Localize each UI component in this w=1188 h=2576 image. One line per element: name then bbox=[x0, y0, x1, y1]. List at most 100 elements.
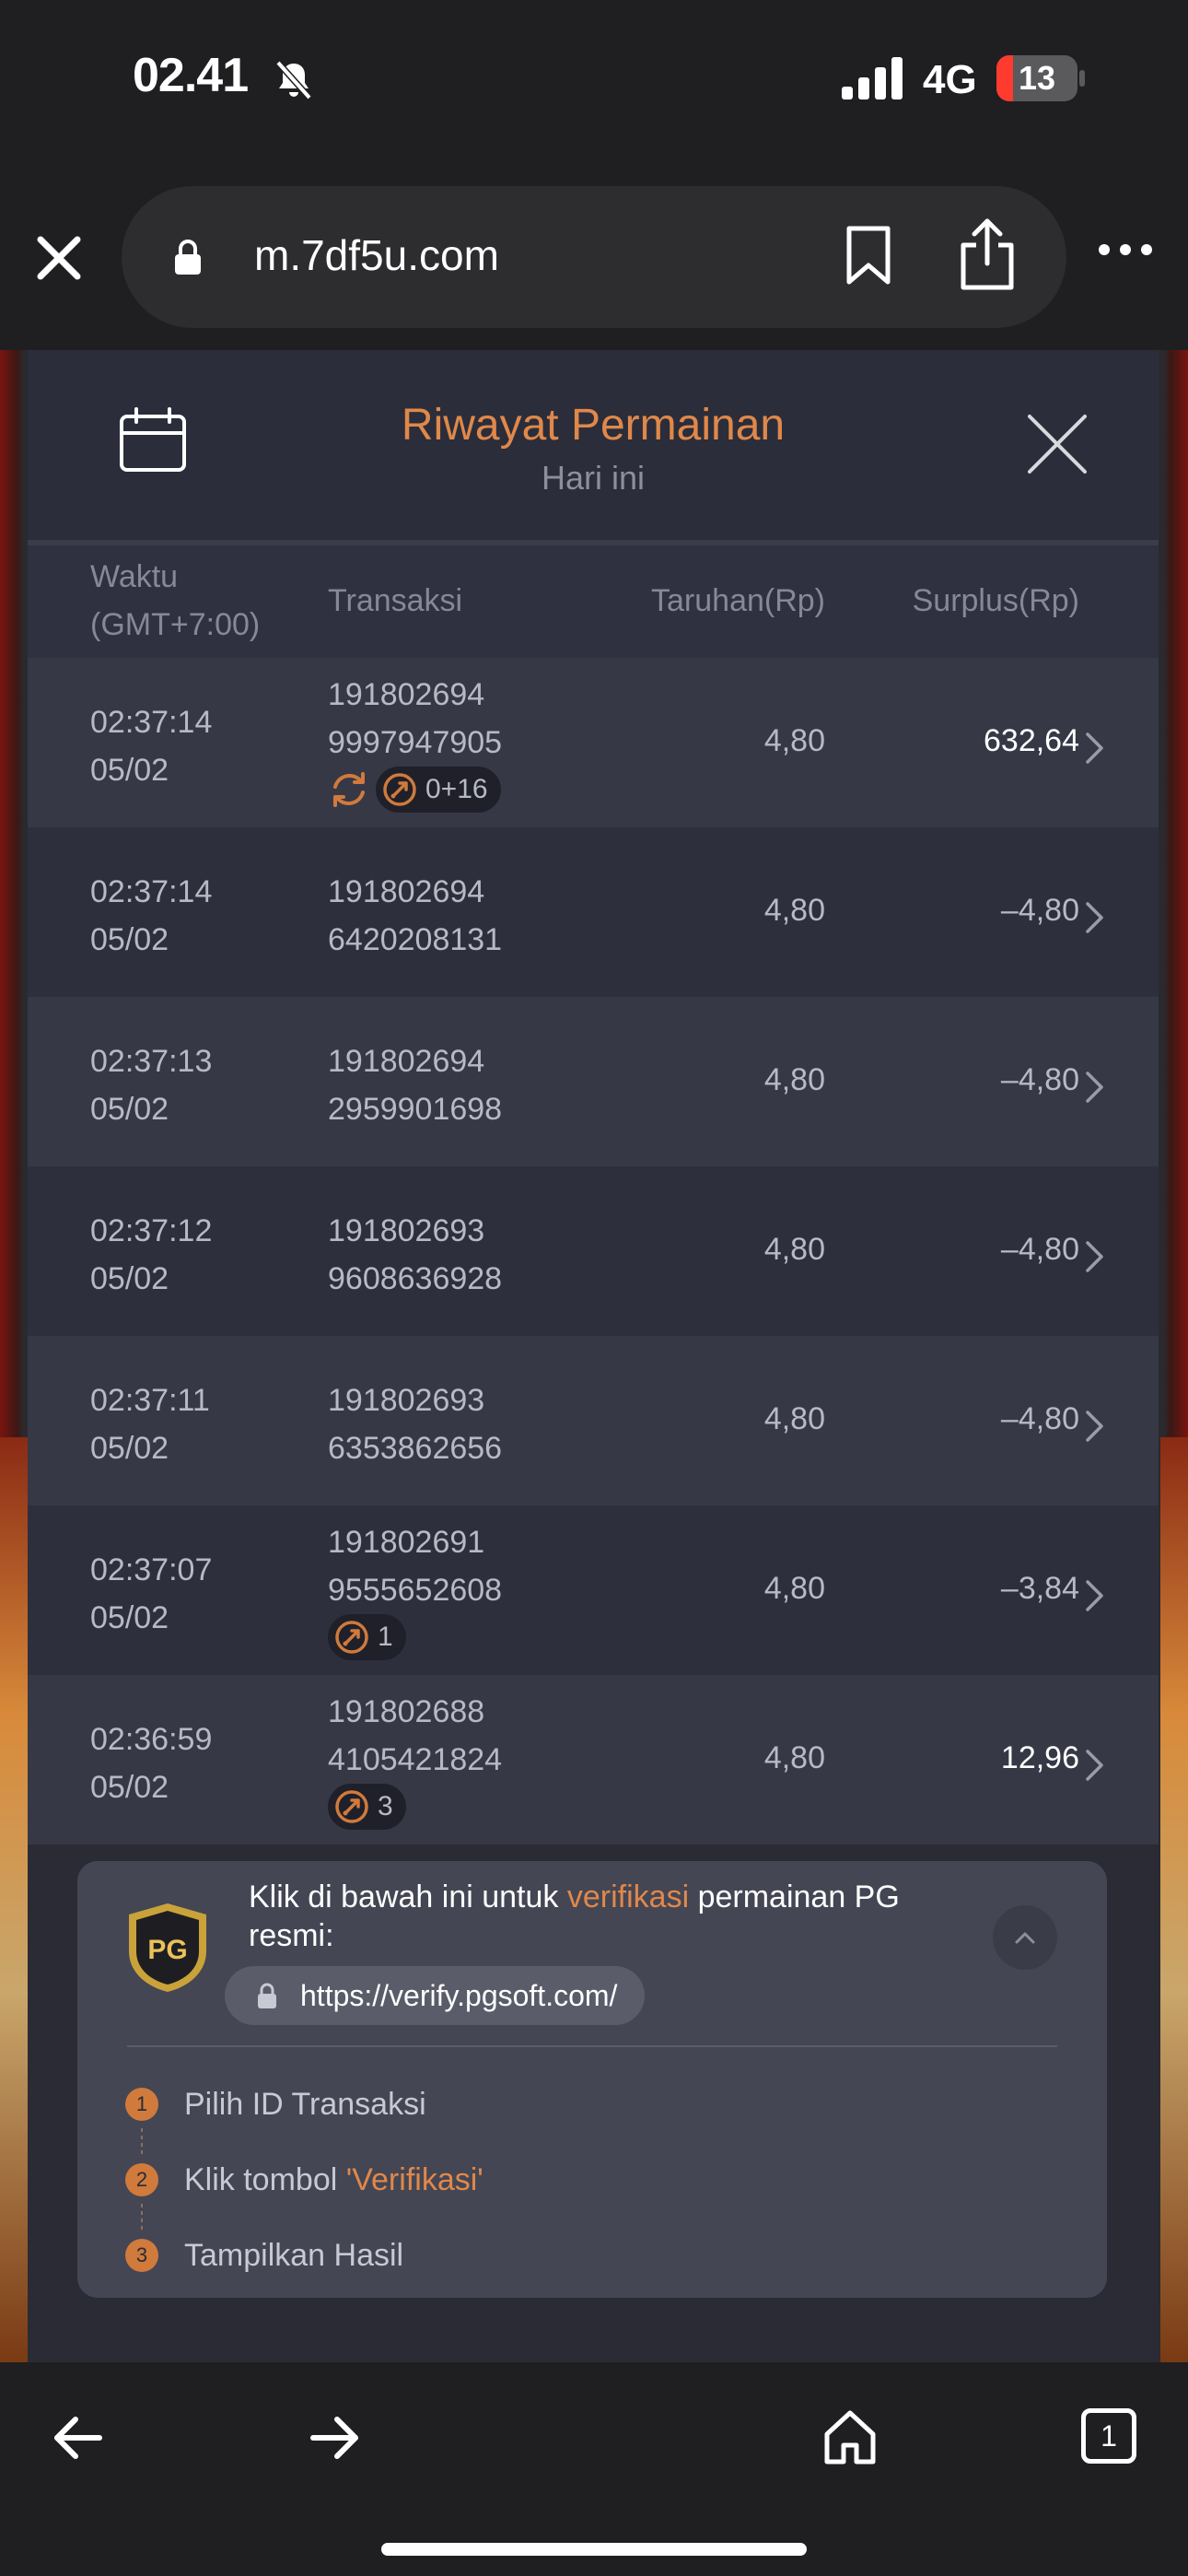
share-icon[interactable] bbox=[958, 217, 1017, 291]
row-time: 02:36:59 05/02 bbox=[90, 1715, 212, 1811]
transaction-id-part1: 191802691 bbox=[328, 1525, 485, 1560]
row-transaction: 191802688 4105421824 bbox=[328, 1688, 502, 1784]
table-header: Waktu (GMT+7:00) Transaksi Taruhan(Rp) S… bbox=[28, 545, 1159, 658]
chevron-right-icon[interactable] bbox=[1085, 1579, 1105, 1612]
history-row[interactable]: 02:37:13 05/02 191802694 2959901698 4,80 –4,8… bbox=[28, 997, 1159, 1166]
chevron-right-icon[interactable] bbox=[1085, 1749, 1105, 1782]
signal-icon bbox=[842, 57, 903, 100]
battery-level: 13 bbox=[1018, 59, 1056, 97]
row-time-value: 02:36:59 bbox=[90, 1722, 213, 1757]
row-time-value: 02:37:14 bbox=[90, 874, 213, 909]
free-spin-icon bbox=[383, 773, 416, 806]
chevron-right-icon[interactable] bbox=[1085, 1410, 1105, 1443]
panel-title: Riwayat Permainan bbox=[401, 401, 786, 450]
transaction-id-part1: 191802693 bbox=[328, 1383, 485, 1418]
row-time: 02:37:07 05/02 bbox=[90, 1546, 212, 1642]
row-bet: 4,80 bbox=[763, 1571, 825, 1606]
free-spin-badge: 0+16 bbox=[376, 767, 501, 813]
history-row[interactable]: 02:37:14 05/02 191802694 6420208131 4,80 –4,8… bbox=[28, 827, 1159, 997]
row-bet: 4,80 bbox=[763, 893, 825, 928]
row-time-value: 02:37:12 bbox=[90, 1213, 213, 1248]
row-date-value: 05/02 bbox=[90, 1770, 169, 1805]
row-transaction: 191802691 9555652608 bbox=[328, 1518, 502, 1614]
close-icon[interactable] bbox=[31, 230, 87, 286]
transaction-id-part2: 2959901698 bbox=[328, 1092, 503, 1127]
row-time: 02:37:12 05/02 bbox=[90, 1207, 212, 1303]
collapse-button[interactable] bbox=[993, 1905, 1057, 1970]
network-type: 4G bbox=[923, 57, 977, 102]
bell-slash-icon bbox=[275, 60, 312, 100]
chevron-right-icon[interactable] bbox=[1085, 901, 1105, 934]
transaction-id-part1: 191802693 bbox=[328, 1213, 485, 1248]
browser-bottom-nav: 1 bbox=[0, 2362, 1188, 2576]
history-row[interactable]: 02:37:11 05/02 191802693 6353862656 4,80 –4,8… bbox=[28, 1336, 1159, 1505]
home-indicator bbox=[381, 2543, 807, 2556]
step-label: Tampilkan Hasil bbox=[184, 2237, 404, 2273]
verify-url[interactable]: https://verify.pgsoft.com/ bbox=[300, 1979, 617, 2013]
free-spin-icon bbox=[335, 1790, 368, 1823]
verify-link[interactable]: https://verify.pgsoft.com/ bbox=[225, 1966, 646, 2025]
transaction-id-part1: 191802688 bbox=[328, 1694, 485, 1729]
lock-icon bbox=[258, 1983, 276, 2008]
back-arrow-icon[interactable] bbox=[52, 2416, 103, 2460]
address-bar[interactable]: m.7df5u.com bbox=[122, 186, 1066, 328]
row-time: 02:37:14 05/02 bbox=[90, 868, 212, 964]
row-bet: 4,80 bbox=[763, 1740, 825, 1775]
row-surplus: –4,80 bbox=[1000, 1062, 1079, 1097]
forward-arrow-icon[interactable] bbox=[309, 2416, 361, 2460]
step-connector bbox=[141, 2204, 143, 2231]
row-surplus: 12,96 bbox=[1000, 1740, 1079, 1775]
chevron-right-icon[interactable] bbox=[1085, 1071, 1105, 1104]
history-row[interactable]: 02:37:12 05/02 191802693 9608636928 4,80 –4,8… bbox=[28, 1166, 1159, 1336]
verify-highlight: verifikasi bbox=[566, 1879, 690, 1914]
row-surplus: –3,84 bbox=[1000, 1571, 1079, 1606]
tabs-icon[interactable]: 1 bbox=[1081, 2408, 1136, 2464]
row-date-value: 05/02 bbox=[90, 1092, 169, 1127]
step-number: 3 bbox=[125, 2239, 158, 2272]
row-surplus: –4,80 bbox=[1000, 893, 1079, 928]
pg-logo: PG bbox=[129, 1903, 206, 1992]
row-time-value: 02:37:14 bbox=[90, 705, 213, 740]
row-bet: 4,80 bbox=[763, 1232, 825, 1267]
row-date-value: 05/02 bbox=[90, 1261, 169, 1296]
badge-count: 3 bbox=[378, 1791, 393, 1821]
col-surplus: Surplus(Rp) bbox=[912, 583, 1079, 618]
transaction-id-part2: 6353862656 bbox=[328, 1431, 503, 1466]
verify-text: Klik di bawah ini untuk verifikasi perma… bbox=[249, 1879, 900, 1953]
chevron-right-icon[interactable] bbox=[1085, 1240, 1105, 1273]
refresh-icon bbox=[333, 772, 365, 807]
history-row[interactable]: 02:36:59 05/02 191802688 4105421824 3 4,80 12,… bbox=[28, 1675, 1159, 1844]
col-time-label: Waktu bbox=[90, 559, 179, 594]
row-date-value: 05/02 bbox=[90, 753, 169, 788]
row-time: 02:37:14 05/02 bbox=[90, 698, 212, 794]
row-bet: 4,80 bbox=[763, 723, 825, 758]
transaction-id-part1: 191802694 bbox=[328, 874, 485, 909]
row-bet: 4,80 bbox=[763, 1062, 825, 1097]
row-date-value: 05/02 bbox=[90, 922, 169, 957]
home-icon[interactable] bbox=[821, 2408, 879, 2465]
col-transaction: Transaksi bbox=[328, 583, 463, 618]
transaction-id-part2: 9608636928 bbox=[328, 1261, 503, 1296]
row-transaction: 191802693 6353862656 bbox=[328, 1376, 502, 1472]
history-row[interactable]: 02:37:07 05/02 191802691 9555652608 1 4,80 –3,… bbox=[28, 1505, 1159, 1675]
step-label: Klik tombol 'Verifikasi' bbox=[184, 2161, 483, 2197]
verify-card: PG Klik di bawah ini untuk verifikasi pe… bbox=[77, 1861, 1107, 2298]
svg-text:PG: PG bbox=[147, 1935, 187, 1965]
verify-step-3: 3 Tampilkan Hasil bbox=[125, 2232, 403, 2278]
chevron-right-icon[interactable] bbox=[1085, 732, 1105, 765]
bookmark-icon[interactable] bbox=[844, 225, 893, 286]
history-row[interactable]: 02:37:14 05/02 191802694 9997947905 0+16 4,80… bbox=[28, 658, 1159, 827]
lock-icon bbox=[175, 240, 201, 275]
transaction-id-part2: 9997947905 bbox=[328, 725, 503, 760]
battery-tip bbox=[1079, 70, 1085, 87]
row-surplus: –4,80 bbox=[1000, 1401, 1079, 1436]
badge-count: 1 bbox=[378, 1622, 393, 1652]
url-text[interactable]: m.7df5u.com bbox=[254, 230, 499, 280]
chevron-up-icon bbox=[1015, 1932, 1035, 1944]
transaction-id-part2: 9555652608 bbox=[328, 1573, 503, 1608]
status-bar: 02.41 4G 13 bbox=[0, 0, 1188, 175]
panel-subtitle[interactable]: Hari ini bbox=[28, 459, 1159, 498]
more-icon[interactable] bbox=[1098, 243, 1153, 256]
close-icon[interactable] bbox=[1026, 413, 1089, 475]
row-time: 02:37:13 05/02 bbox=[90, 1037, 212, 1133]
